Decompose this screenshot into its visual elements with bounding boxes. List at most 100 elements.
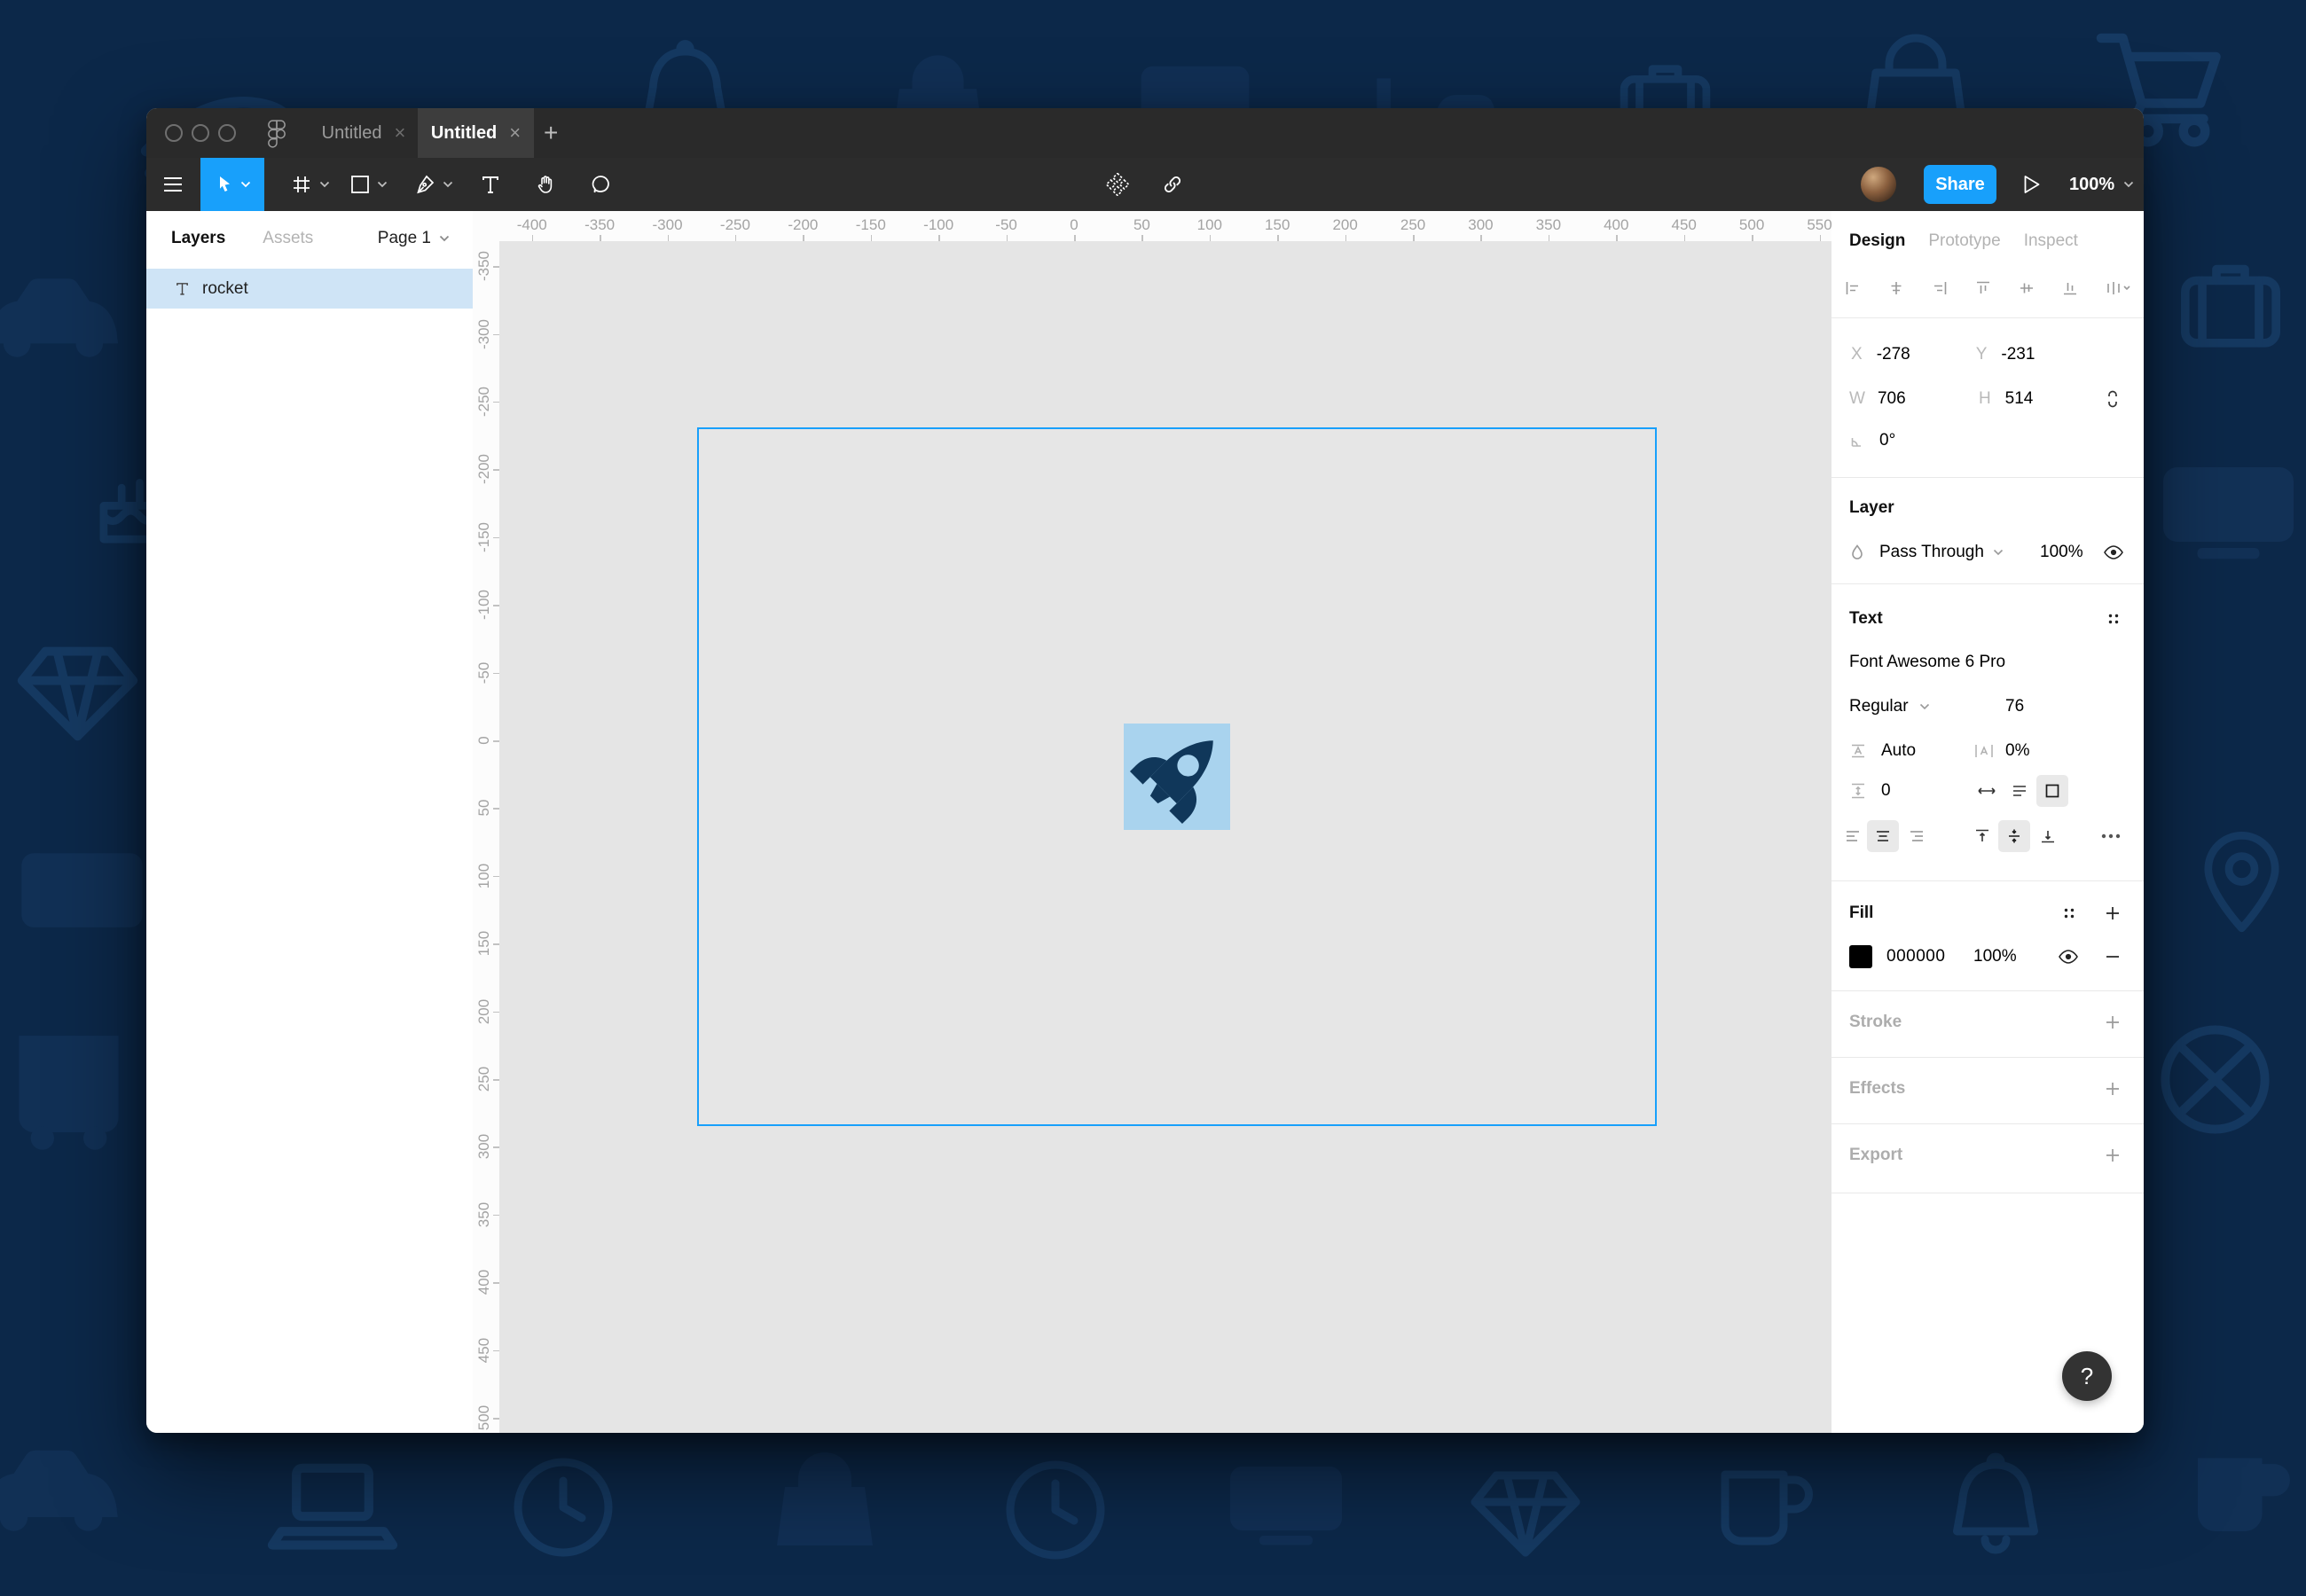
pen-tool-button[interactable] bbox=[402, 158, 466, 211]
ruler-tick bbox=[493, 740, 499, 742]
shape-tool-chevron-icon[interactable] bbox=[377, 181, 388, 188]
tab-prototype[interactable]: Prototype bbox=[1928, 231, 2000, 251]
align-right-icon[interactable] bbox=[1931, 279, 1949, 297]
move-tool-button[interactable] bbox=[200, 158, 264, 211]
align-top-icon[interactable] bbox=[1974, 279, 1992, 297]
font-style-select[interactable]: Regular bbox=[1849, 697, 1909, 716]
y-input[interactable]: -231 bbox=[2001, 345, 2035, 364]
component-action-button[interactable] bbox=[1097, 158, 1138, 211]
comment-tool-button[interactable] bbox=[577, 158, 624, 211]
text-selection-highlight[interactable] bbox=[1124, 724, 1230, 830]
ruler-tick bbox=[1413, 235, 1415, 241]
tab-inspect[interactable]: Inspect bbox=[2024, 231, 2078, 251]
x-input[interactable]: -278 bbox=[1877, 345, 1957, 364]
figma-window: Untitled × Untitled × + bbox=[146, 108, 2144, 1433]
frame-tool-button[interactable] bbox=[279, 158, 341, 211]
tab-close-icon[interactable]: × bbox=[394, 123, 405, 143]
vertical-align-middle-icon[interactable] bbox=[2005, 827, 2023, 845]
share-button[interactable]: Share bbox=[1924, 165, 1996, 204]
fill-styles-icon[interactable] bbox=[2062, 906, 2076, 920]
effects-add-icon[interactable] bbox=[2105, 1081, 2121, 1097]
rotation-input[interactable]: 0° bbox=[1879, 431, 1895, 450]
tab-design[interactable]: Design bbox=[1849, 231, 1905, 251]
link-action-button[interactable] bbox=[1152, 158, 1193, 211]
pen-tool-chevron-icon[interactable] bbox=[443, 181, 453, 188]
tab-untitled-1[interactable]: Untitled × bbox=[310, 108, 417, 158]
layer-visibility-eye-icon[interactable] bbox=[2103, 544, 2124, 560]
vertical-align-bottom-icon[interactable] bbox=[2039, 827, 2057, 845]
auto-height-icon[interactable] bbox=[2011, 782, 2028, 800]
w-input[interactable]: 706 bbox=[1878, 389, 1959, 409]
hand-tool-button[interactable] bbox=[522, 158, 569, 211]
clock-background-icon bbox=[989, 1443, 1122, 1576]
frame-tool-chevron-icon[interactable] bbox=[319, 181, 330, 188]
text-tool-button[interactable] bbox=[467, 158, 514, 211]
share-label: Share bbox=[1935, 175, 1985, 195]
present-button[interactable] bbox=[2014, 158, 2050, 211]
align-vertical-center-icon[interactable] bbox=[2018, 279, 2035, 297]
line-height-icon bbox=[1849, 742, 1867, 760]
window-close-button[interactable] bbox=[165, 124, 183, 142]
ruler-label-x: 500 bbox=[1739, 216, 1764, 234]
auto-width-icon[interactable] bbox=[1977, 782, 1996, 800]
font-family-select[interactable]: Font Awesome 6 Pro bbox=[1849, 653, 2005, 672]
window-zoom-button[interactable] bbox=[218, 124, 236, 142]
user-avatar[interactable] bbox=[1861, 167, 1896, 202]
main-menu-button[interactable] bbox=[153, 158, 192, 211]
window-minimize-button[interactable] bbox=[192, 124, 209, 142]
align-left-icon[interactable] bbox=[1844, 279, 1862, 297]
align-bottom-icon[interactable] bbox=[2061, 279, 2079, 297]
paragraph-spacing-input[interactable]: 0 bbox=[1881, 781, 1891, 801]
fixed-size-icon[interactable] bbox=[2043, 782, 2061, 800]
constrain-proportions-icon[interactable] bbox=[2105, 389, 2121, 409]
text-align-right-icon[interactable] bbox=[1908, 827, 1926, 845]
play-icon bbox=[2023, 175, 2041, 194]
tab-untitled-2-active[interactable]: Untitled × bbox=[418, 108, 534, 158]
fill-remove-icon[interactable] bbox=[2105, 949, 2121, 965]
blend-mode-icon[interactable] bbox=[1849, 544, 1865, 561]
component-icon bbox=[1106, 173, 1129, 196]
text-more-options-icon[interactable] bbox=[2101, 833, 2121, 839]
fill-hex-input[interactable]: 000000 bbox=[1886, 947, 1945, 966]
rotation-angle-icon bbox=[1849, 433, 1865, 449]
font-size-input[interactable]: 76 bbox=[2005, 697, 2024, 716]
fill-add-icon[interactable] bbox=[2105, 905, 2121, 921]
letter-spacing-input[interactable]: 0% bbox=[2005, 741, 2029, 761]
ruler-tick bbox=[493, 266, 499, 268]
layer-opacity-input[interactable]: 100% bbox=[2040, 543, 2083, 562]
effects-section-header: Effects bbox=[1831, 1073, 2144, 1105]
stroke-add-icon[interactable] bbox=[2105, 1014, 2121, 1030]
ruler-label-x: -400 bbox=[517, 216, 547, 234]
zoom-menu[interactable]: 100% bbox=[2069, 158, 2134, 211]
blend-mode-select[interactable]: Pass Through bbox=[1879, 543, 1984, 562]
export-add-icon[interactable] bbox=[2105, 1147, 2121, 1163]
text-align-row bbox=[1831, 820, 2144, 852]
fill-opacity-input[interactable]: 100% bbox=[1973, 947, 2017, 966]
help-button[interactable]: ? bbox=[2062, 1351, 2112, 1401]
ruler-label-y: 100 bbox=[475, 864, 493, 888]
fill-section-header: Fill bbox=[1831, 897, 2144, 929]
line-height-input[interactable]: Auto bbox=[1881, 741, 1916, 761]
move-tool-chevron-icon[interactable] bbox=[240, 181, 251, 188]
new-tab-button[interactable]: + bbox=[544, 108, 558, 158]
vertical-align-top-icon[interactable] bbox=[1973, 827, 1991, 845]
tab-layers[interactable]: Layers bbox=[171, 229, 225, 248]
text-align-left-icon[interactable] bbox=[1844, 827, 1862, 845]
text-styles-icon[interactable] bbox=[2106, 612, 2121, 626]
tab-close-icon[interactable]: × bbox=[509, 123, 521, 143]
canvas[interactable]: -400-350-300-250-200-150-100-50050100150… bbox=[473, 211, 1831, 1433]
page-selector[interactable]: Page 1 bbox=[378, 229, 464, 248]
fill-color-swatch[interactable] bbox=[1849, 945, 1872, 968]
tab-label: Untitled bbox=[322, 123, 382, 144]
pin-background-icon bbox=[2177, 820, 2306, 949]
ruler-tick bbox=[532, 235, 534, 241]
distribute-icon[interactable] bbox=[2105, 279, 2131, 297]
h-input[interactable]: 514 bbox=[2005, 389, 2034, 409]
text-align-center-icon[interactable] bbox=[1874, 827, 1892, 845]
ruler-tick bbox=[1210, 235, 1212, 241]
tab-assets[interactable]: Assets bbox=[263, 229, 313, 248]
align-horizontal-center-icon[interactable] bbox=[1887, 279, 1905, 297]
shape-tool-button[interactable] bbox=[338, 158, 400, 211]
layer-row-rocket[interactable]: rocket bbox=[146, 269, 473, 309]
fill-visibility-eye-icon[interactable] bbox=[2058, 949, 2079, 965]
